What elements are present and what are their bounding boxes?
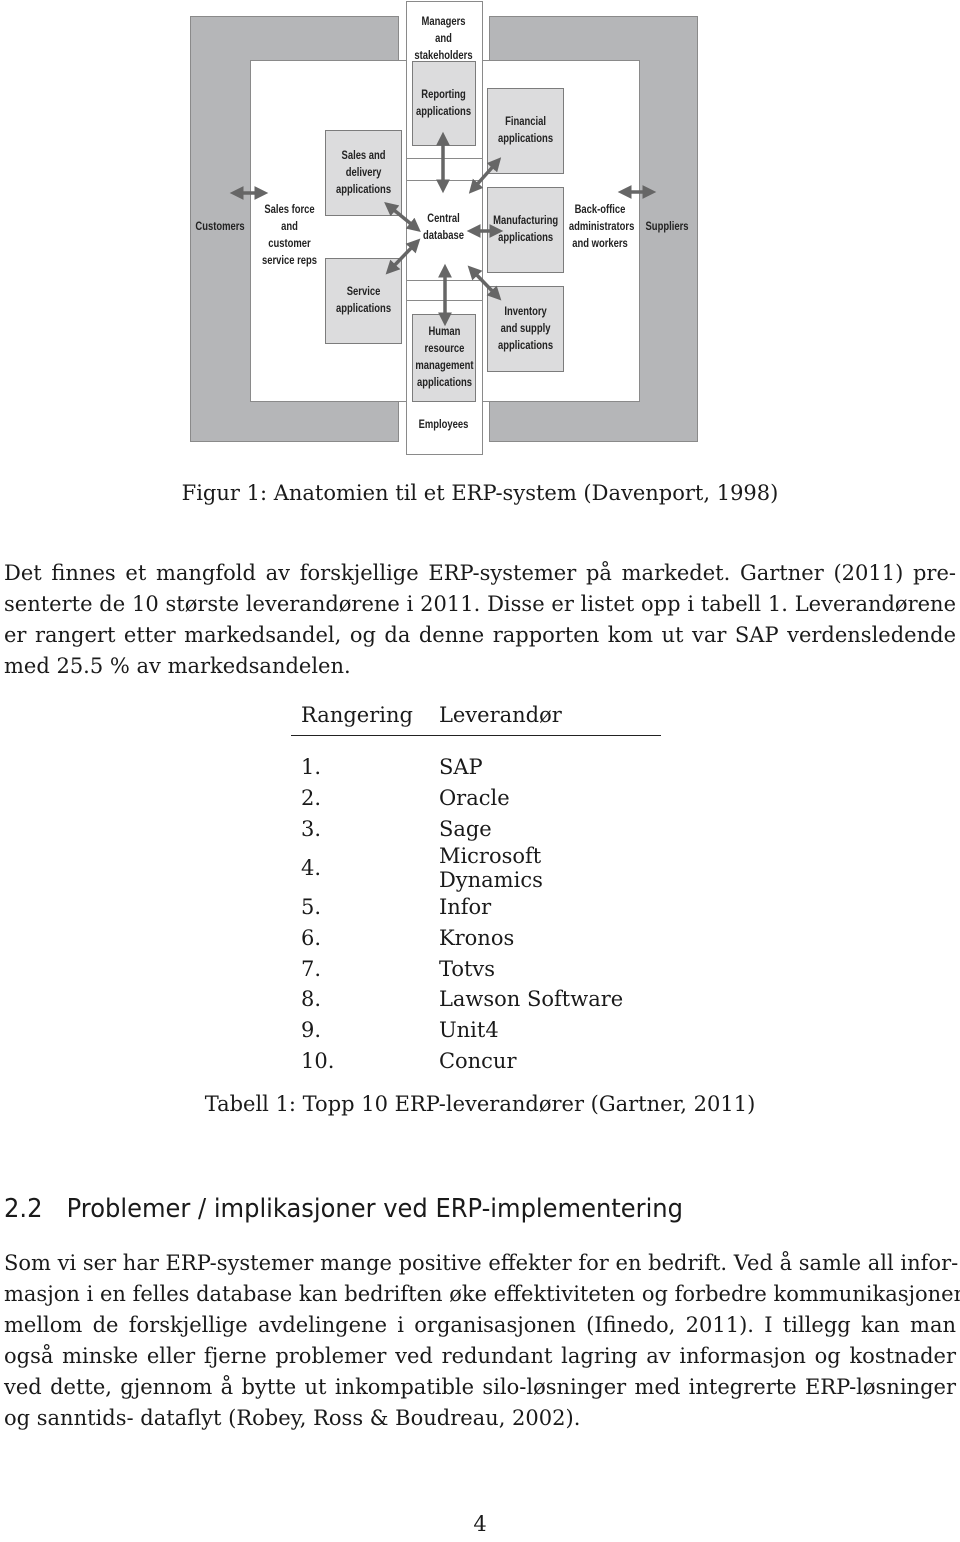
vendor-cell: Lawson Software <box>438 987 624 1012</box>
rank-cell: 3. <box>301 816 322 841</box>
vendor-cell: Kronos <box>438 926 515 951</box>
paragraph-line: masjon i en felles database kan bedrifte… <box>4 1282 960 1306</box>
section-title: Problemer / implikasjoner ved ERP-implem… <box>66 1194 683 1224</box>
rank-cell: 1. <box>301 755 322 780</box>
section-paragraph: Som vi ser har ERP-systemer mange positi… <box>4 1248 960 1434</box>
table-row: 4. Microsoft Dynamics <box>291 844 661 892</box>
paragraph-line: Det finnes et mangfold av forskjellige E… <box>4 561 956 585</box>
erp-anatomy-diagram: Reporting applications Financial applica… <box>0 0 960 460</box>
paragraph-line: senterte de 10 største leverandørene i 2… <box>4 592 956 616</box>
rank-cell: 4. <box>301 856 322 881</box>
rank-cell: 9. <box>301 1018 322 1043</box>
figure-caption: Figur 1: Anatomien til et ERP-system (Da… <box>181 481 779 505</box>
vendor-cell: SAP <box>438 755 483 780</box>
rank-cell: 10. <box>301 1048 335 1073</box>
arrow-sales-central <box>384 202 421 232</box>
table-row: 5. Infor <box>291 892 661 923</box>
paragraph-line: og sanntids- dataflyt (Robey, Ross & Bou… <box>4 1406 581 1430</box>
section-heading: 2.2 Problemer / implikasjoner ved ERP-imp… <box>4 1194 683 1224</box>
table-row: 3. Sage <box>291 813 661 844</box>
vendor-cell: Microsoft Dynamics <box>438 844 543 893</box>
table-row: 2. Oracle <box>291 783 661 814</box>
rank-cell: 7. <box>301 956 322 981</box>
vendor-table: Rangering Leverandør 1. SAP 2. Oracle 3. Sa… <box>291 697 661 1076</box>
header-vendor: Leverandør <box>424 697 661 736</box>
paragraph-line: ved dette, gjennom å bytte ut inkompatib… <box>4 1375 956 1399</box>
section-number: 2.2 <box>4 1194 43 1224</box>
vendor-cell: Unit4 <box>438 1018 499 1043</box>
paragraph-line: Som vi ser har ERP-systemer mange positi… <box>4 1251 959 1275</box>
paragraph-line: med 25.5 % av markedsandelen. <box>4 654 351 678</box>
paragraph-line: er rangert etter markedsandel, og da den… <box>4 623 956 647</box>
paragraph-line: mellom de forskjellige avdelingene i org… <box>4 1313 956 1337</box>
header-rank: Rangering <box>291 697 425 736</box>
vendor-cell: Totvs <box>438 956 496 981</box>
diagram-arrows <box>229 131 657 327</box>
table-row: 8. Lawson Software <box>291 984 661 1015</box>
vendor-cell: Infor <box>438 895 492 920</box>
rank-cell: 5. <box>301 895 322 920</box>
intro-paragraph: Det finnes et mangfold av forskjellige E… <box>4 558 956 682</box>
table-row: 7. Totvs <box>291 953 661 984</box>
table-row: 10. Concur <box>291 1046 661 1077</box>
vendor-cell: Oracle <box>438 786 510 811</box>
table-row: 6. Kronos <box>291 923 661 954</box>
paragraph-line: også minske eller fjerne problemer ved r… <box>4 1344 956 1368</box>
table-row: 1. SAP <box>291 752 661 783</box>
vendor-cell: Concur <box>438 1048 517 1073</box>
arrow-financial-central <box>468 157 502 194</box>
table-caption: Tabell 1: Topp 10 ERP-leverandører (Gart… <box>204 1092 756 1116</box>
table-row: 9. Unit4 <box>291 1015 661 1046</box>
arrow-central-inventory <box>467 265 502 301</box>
vendor-cell: Sage <box>438 816 492 841</box>
table-header-row: Rangering Leverandør <box>291 697 661 736</box>
arrow-service-central <box>385 238 421 275</box>
rank-cell: 6. <box>301 926 322 951</box>
rank-cell: 2. <box>301 786 322 811</box>
rank-cell: 8. <box>301 987 322 1012</box>
page-number: 4 <box>473 1512 487 1536</box>
